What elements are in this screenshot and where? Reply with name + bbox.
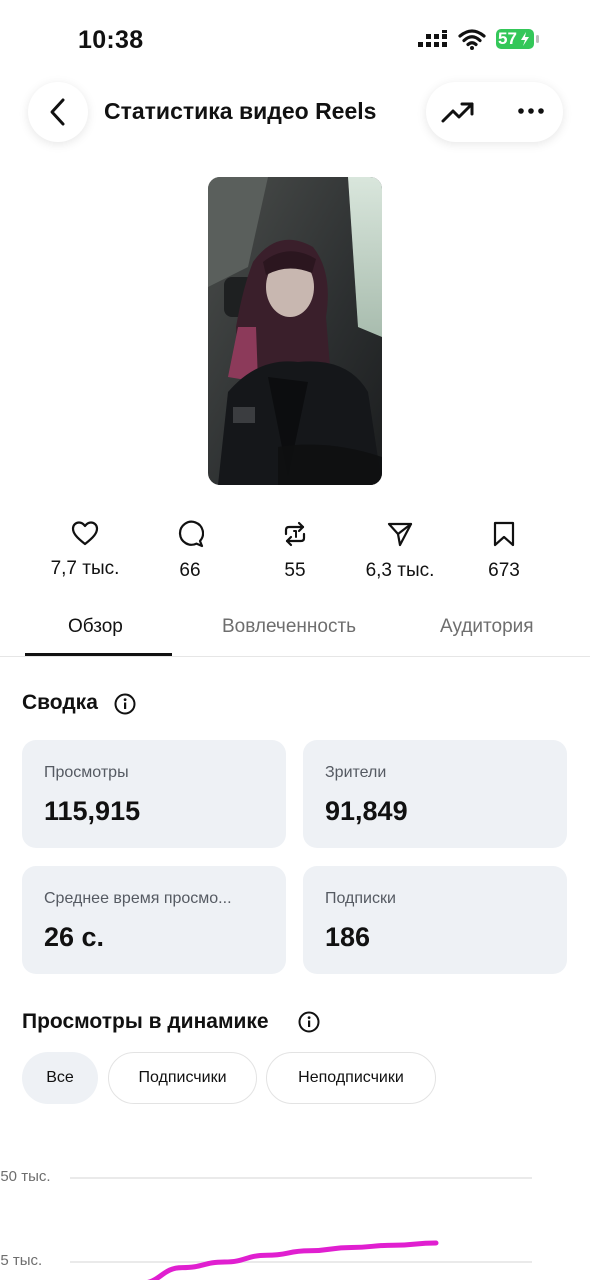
comments-stat[interactable]: 66 xyxy=(135,520,245,582)
filter-non-followers-chip[interactable]: Неподписчики xyxy=(266,1052,436,1104)
tab-engagement[interactable]: Вовлеченность xyxy=(222,616,356,638)
battery-indicator: 57 xyxy=(496,28,540,50)
avg-watch-time-card[interactable]: Среднее время просмо... 26 с. xyxy=(22,866,286,974)
filter-followers-chip[interactable]: Подписчики xyxy=(108,1052,257,1104)
comments-count: 66 xyxy=(179,560,201,581)
comment-icon xyxy=(178,520,204,548)
follows-label: Подписки xyxy=(325,890,396,907)
trending-up-icon[interactable] xyxy=(440,98,476,126)
battery-level: 57 xyxy=(498,29,517,48)
likes-count: 7,7 тыс. xyxy=(50,558,120,579)
follows-card[interactable]: Подписки 186 xyxy=(303,866,567,974)
repost-icon xyxy=(284,521,306,547)
avg-watch-time-value: 26 с. xyxy=(44,922,105,952)
views-label: Просмотры xyxy=(44,764,129,781)
page-title: Статистика видео Reels xyxy=(104,98,377,124)
filter-all-chip[interactable]: Все xyxy=(22,1052,98,1104)
info-icon[interactable] xyxy=(114,693,136,715)
viewers-card[interactable]: Зрители 91,849 xyxy=(303,740,567,848)
shares-stat[interactable]: 6,3 тыс. xyxy=(345,520,455,582)
heart-icon xyxy=(71,521,99,546)
viewers-label: Зрители xyxy=(325,764,387,781)
back-button[interactable] xyxy=(28,82,88,142)
shares-count: 6,3 тыс. xyxy=(365,560,435,581)
wifi-icon xyxy=(458,29,486,50)
tab-overview[interactable]: Обзор xyxy=(68,616,123,638)
summary-title: Сводка xyxy=(22,691,98,714)
status-time: 10:38 xyxy=(78,26,144,54)
saves-count: 673 xyxy=(488,560,520,581)
tab-audience[interactable]: Аудитория xyxy=(440,616,534,638)
share-icon xyxy=(387,522,413,547)
likes-stat[interactable]: 7,7 тыс. xyxy=(30,520,140,580)
reel-preview-image xyxy=(208,177,382,485)
views-chart xyxy=(70,1177,532,1280)
avg-watch-time-label: Среднее время просмо... xyxy=(44,890,232,907)
reposts-count: 55 xyxy=(284,560,306,581)
more-icon[interactable] xyxy=(516,104,546,118)
tab-active-indicator xyxy=(25,653,172,656)
signal-icon xyxy=(418,30,447,47)
views-card[interactable]: Просмотры 115,915 xyxy=(22,740,286,848)
info-icon[interactable] xyxy=(298,1011,320,1033)
saves-stat[interactable]: 673 xyxy=(449,520,559,582)
viewers-value: 91,849 xyxy=(325,796,408,826)
back-arrow-icon xyxy=(50,98,65,126)
views-dynamics-title: Просмотры в динамике xyxy=(22,1010,269,1033)
bookmark-icon xyxy=(493,521,515,547)
tab-divider xyxy=(0,656,590,657)
reposts-stat[interactable]: 55 xyxy=(240,520,350,582)
views-value: 115,915 xyxy=(44,796,141,826)
follows-value: 186 xyxy=(325,922,371,952)
reel-thumbnail[interactable] xyxy=(208,177,382,485)
